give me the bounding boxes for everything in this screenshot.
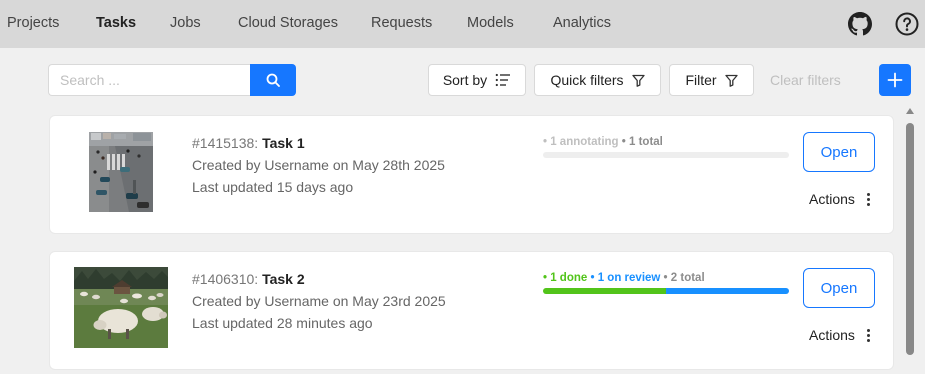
task-search (48, 64, 296, 96)
task-card: #1415138: Task 1 Created by Username on … (49, 115, 894, 234)
progress-done-segment (543, 288, 666, 294)
create-task-button[interactable] (879, 64, 911, 96)
filter-label: Filter (685, 72, 717, 88)
job-status-summary: • 1 annotating • 1 total (543, 136, 663, 148)
task-actions-menu[interactable]: Actions (809, 191, 870, 207)
github-icon[interactable] (848, 12, 872, 36)
nav-analytics[interactable]: Analytics (553, 15, 611, 31)
scrollbar-thumb[interactable] (906, 123, 914, 355)
nav-cloud-storages[interactable]: Cloud Storages (238, 15, 338, 31)
task-title: #1406310: Task 2 (192, 271, 305, 287)
task-id: #1415138: (192, 135, 259, 151)
funnel-icon (724, 74, 738, 87)
more-vertical-icon (866, 192, 870, 206)
nav-tasks[interactable]: Tasks (96, 15, 136, 31)
task-name[interactable]: Task 1 (262, 135, 305, 151)
task-updated-info: Last updated 28 minutes ago (192, 315, 373, 331)
status-annotating: • 1 annotating (543, 136, 619, 148)
search-button[interactable] (250, 64, 296, 96)
actions-label: Actions (809, 191, 855, 207)
open-task-button[interactable]: Open (803, 268, 875, 308)
task-updated-info: Last updated 15 days ago (192, 179, 354, 195)
street-scene-thumbnail (89, 132, 153, 212)
task-created-info: Created by Username on May 23rd 2025 (192, 293, 446, 309)
filter-button[interactable]: Filter (669, 64, 754, 96)
more-vertical-icon (866, 328, 870, 342)
nav-jobs[interactable]: Jobs (170, 15, 201, 31)
task-actions-menu[interactable]: Actions (809, 327, 870, 343)
nav-projects[interactable]: Projects (7, 15, 59, 31)
actions-label: Actions (809, 327, 855, 343)
task-created-info: Created by Username on May 28th 2025 (192, 157, 445, 173)
task-preview-image[interactable] (74, 267, 168, 348)
plus-icon (887, 72, 903, 88)
task-id: #1406310: (192, 271, 259, 287)
search-input[interactable] (48, 64, 251, 96)
task-progress-bar (543, 288, 789, 294)
page-scrollbar[interactable] (903, 104, 917, 374)
quick-filters-button[interactable]: Quick filters (534, 64, 661, 96)
nav-requests[interactable]: Requests (371, 15, 432, 31)
scroll-up-arrow-icon[interactable] (906, 108, 914, 114)
status-done: • 1 done (543, 272, 588, 284)
task-title: #1415138: Task 1 (192, 135, 305, 151)
status-total: • 1 total (618, 136, 663, 148)
status-on-review: • 1 on review (587, 272, 661, 284)
funnel-icon (631, 74, 645, 87)
status-total: • 2 total (660, 272, 705, 284)
open-task-button[interactable]: Open (803, 132, 875, 172)
clear-filters-button[interactable]: Clear filters (770, 72, 841, 88)
nav-models[interactable]: Models (467, 15, 514, 31)
sheep-field-thumbnail (74, 267, 168, 348)
task-preview-image[interactable] (89, 132, 153, 212)
top-navbar: Projects Tasks Jobs Cloud Storages Reque… (0, 0, 925, 48)
sort-list-icon (495, 73, 511, 87)
help-icon[interactable] (895, 12, 919, 36)
sort-by-label: Sort by (442, 72, 488, 88)
quick-filters-label: Quick filters (550, 72, 624, 88)
sort-by-button[interactable]: Sort by (428, 64, 526, 96)
task-name[interactable]: Task 2 (262, 271, 305, 287)
search-icon (266, 73, 280, 87)
progress-review-segment (666, 288, 789, 294)
job-status-summary: • 1 done • 1 on review • 2 total (543, 272, 705, 284)
task-progress-bar (543, 152, 789, 158)
task-card: #1406310: Task 2 Created by Username on … (49, 251, 894, 370)
